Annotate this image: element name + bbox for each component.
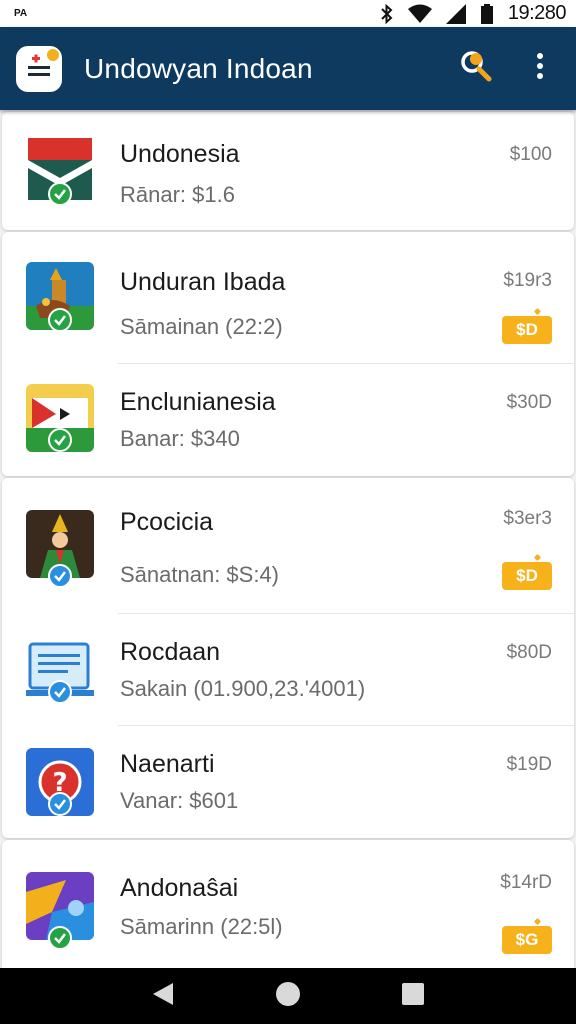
battery-icon xyxy=(480,3,494,24)
check-badge-icon xyxy=(48,308,72,332)
item-title: Naenarti xyxy=(120,750,215,778)
check-badge-icon xyxy=(48,182,72,206)
item-price: $80D xyxy=(506,642,552,663)
item-subtitle: Sāmainan (22:2) xyxy=(120,314,283,339)
back-icon xyxy=(151,981,175,1012)
item-price: $14rD xyxy=(500,872,552,893)
bluetooth-icon xyxy=(380,3,394,24)
list-card: Pcocicia Sānatnan: $S:4) $3er3 $D Rocdaa… xyxy=(2,478,574,838)
app-logo-icon xyxy=(16,45,62,92)
list-item[interactable]: Andonaŝai Sāmarinn (22:5l) $14rD $G xyxy=(2,840,574,968)
item-price: $19r3 xyxy=(503,270,552,291)
list-item[interactable]: Undonesia Rānar: $1.6 $100 xyxy=(2,112,574,230)
check-badge-icon xyxy=(48,680,72,704)
item-subtitle: Sānatnan: $S:4) xyxy=(120,562,280,587)
back-button[interactable] xyxy=(143,976,183,1016)
status-bar: PA 19:280 xyxy=(0,0,576,27)
item-title: Enclunianesia xyxy=(120,388,276,416)
home-icon xyxy=(274,980,302,1013)
system-nav-bar xyxy=(0,968,576,1024)
check-badge-icon xyxy=(48,564,72,588)
list-card: Andonaŝai Sāmarinn (22:5l) $14rD $G xyxy=(2,840,574,968)
price-tag: $D xyxy=(502,562,552,590)
recents-button[interactable] xyxy=(393,976,433,1016)
signal-icon xyxy=(445,3,466,24)
check-badge-icon xyxy=(48,428,72,452)
list-item[interactable]: Unduran Ibada Sāmainan (22:2) $19r3 $D xyxy=(2,232,574,364)
check-badge-icon xyxy=(48,792,72,816)
item-subtitle: Rānar: $1.6 xyxy=(120,182,235,207)
list-item[interactable]: Pcocicia Sānatnan: $S:4) $3er3 $D xyxy=(2,478,574,614)
item-subtitle: Sakain (01.900,23.'4001) xyxy=(120,676,366,701)
status-clock: 19:280 xyxy=(507,2,567,24)
item-price: $30D xyxy=(506,392,552,413)
price-tag: $D xyxy=(502,316,552,344)
wifi-icon xyxy=(407,4,432,24)
list-item[interactable]: ? Naenarti Vanar: $601 $19D xyxy=(2,726,574,838)
list-item[interactable]: Enclunianesia Banar: $340 $30D xyxy=(2,364,574,476)
item-title: Undonesia xyxy=(120,140,240,168)
item-title: Unduran Ibada xyxy=(120,268,286,296)
list-card: Undonesia Rānar: $1.6 $100 xyxy=(2,112,574,230)
search-icon xyxy=(459,49,493,88)
search-button[interactable] xyxy=(456,49,496,89)
app-title: Undowyan Indoan xyxy=(84,52,313,84)
status-icons: 19:280 xyxy=(380,2,567,25)
status-carrier-text: PA xyxy=(14,8,28,19)
price-tag: $G xyxy=(502,926,552,954)
item-subtitle: Sāmarinn (22:5l) xyxy=(120,914,283,939)
check-badge-icon xyxy=(48,926,72,950)
item-list: Undonesia Rānar: $1.6 $100 Unduran Ibada xyxy=(0,110,576,968)
list-card: Unduran Ibada Sāmainan (22:2) $19r3 $D E… xyxy=(2,232,574,476)
more-options-button[interactable] xyxy=(520,49,560,89)
item-title: Andonaŝai xyxy=(120,874,239,902)
item-price: $3er3 xyxy=(503,508,552,529)
recents-icon xyxy=(401,982,425,1011)
item-price: $19D xyxy=(506,754,552,775)
item-subtitle: Banar: $340 xyxy=(120,426,240,451)
item-subtitle: Vanar: $601 xyxy=(120,788,239,813)
more-vert-icon xyxy=(535,52,545,85)
item-price: $100 xyxy=(509,144,552,165)
item-title: Pcocicia xyxy=(120,508,214,536)
item-title: Rocdaan xyxy=(120,638,221,666)
list-item[interactable]: Rocdaan Sakain (01.900,23.'4001) $80D xyxy=(2,614,574,726)
home-button[interactable] xyxy=(268,976,308,1016)
app-bar: Undowyan Indoan xyxy=(0,27,576,110)
